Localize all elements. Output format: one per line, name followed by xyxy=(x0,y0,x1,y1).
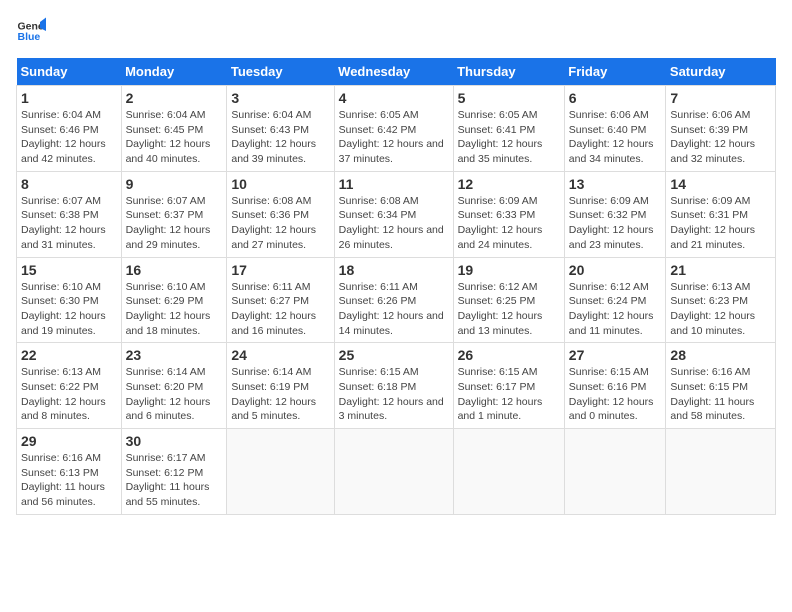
col-wednesday: Wednesday xyxy=(334,58,453,86)
day-cell-6: 6 Sunrise: 6:06 AM Sunset: 6:40 PM Dayli… xyxy=(564,86,666,172)
day-cell-2: 2 Sunrise: 6:04 AM Sunset: 6:45 PM Dayli… xyxy=(121,86,227,172)
day-cell-17: 17 Sunrise: 6:11 AM Sunset: 6:27 PM Dayl… xyxy=(227,257,334,343)
col-saturday: Saturday xyxy=(666,58,776,86)
day-cell-18: 18 Sunrise: 6:11 AM Sunset: 6:26 PM Dayl… xyxy=(334,257,453,343)
day-cell-3: 3 Sunrise: 6:04 AM Sunset: 6:43 PM Dayli… xyxy=(227,86,334,172)
col-tuesday: Tuesday xyxy=(227,58,334,86)
day-cell-15: 15 Sunrise: 6:10 AM Sunset: 6:30 PM Dayl… xyxy=(17,257,122,343)
col-thursday: Thursday xyxy=(453,58,564,86)
empty-cell xyxy=(227,429,334,515)
day-cell-21: 21 Sunrise: 6:13 AM Sunset: 6:23 PM Dayl… xyxy=(666,257,776,343)
day-cell-1: 1 Sunrise: 6:04 AM Sunset: 6:46 PM Dayli… xyxy=(17,86,122,172)
col-sunday: Sunday xyxy=(17,58,122,86)
day-cell-27: 27 Sunrise: 6:15 AM Sunset: 6:16 PM Dayl… xyxy=(564,343,666,429)
logo-icon: General Blue xyxy=(16,16,46,46)
day-cell-22: 22 Sunrise: 6:13 AM Sunset: 6:22 PM Dayl… xyxy=(17,343,122,429)
col-monday: Monday xyxy=(121,58,227,86)
day-cell-13: 13 Sunrise: 6:09 AM Sunset: 6:32 PM Dayl… xyxy=(564,171,666,257)
empty-cell xyxy=(666,429,776,515)
col-friday: Friday xyxy=(564,58,666,86)
day-cell-11: 11 Sunrise: 6:08 AM Sunset: 6:34 PM Dayl… xyxy=(334,171,453,257)
day-cell-8: 8 Sunrise: 6:07 AM Sunset: 6:38 PM Dayli… xyxy=(17,171,122,257)
day-cell-24: 24 Sunrise: 6:14 AM Sunset: 6:19 PM Dayl… xyxy=(227,343,334,429)
svg-text:Blue: Blue xyxy=(18,31,41,43)
week-row: 1 Sunrise: 6:04 AM Sunset: 6:46 PM Dayli… xyxy=(17,86,776,172)
page-header: General Blue xyxy=(16,16,776,46)
empty-cell xyxy=(453,429,564,515)
day-cell-28: 28 Sunrise: 6:16 AM Sunset: 6:15 PM Dayl… xyxy=(666,343,776,429)
day-cell-4: 4 Sunrise: 6:05 AM Sunset: 6:42 PM Dayli… xyxy=(334,86,453,172)
week-row: 22 Sunrise: 6:13 AM Sunset: 6:22 PM Dayl… xyxy=(17,343,776,429)
week-row: 29 Sunrise: 6:16 AM Sunset: 6:13 PM Dayl… xyxy=(17,429,776,515)
day-cell-20: 20 Sunrise: 6:12 AM Sunset: 6:24 PM Dayl… xyxy=(564,257,666,343)
day-cell-16: 16 Sunrise: 6:10 AM Sunset: 6:29 PM Dayl… xyxy=(121,257,227,343)
calendar-table: Sunday Monday Tuesday Wednesday Thursday… xyxy=(16,58,776,515)
week-row: 8 Sunrise: 6:07 AM Sunset: 6:38 PM Dayli… xyxy=(17,171,776,257)
header-row: Sunday Monday Tuesday Wednesday Thursday… xyxy=(17,58,776,86)
week-row: 15 Sunrise: 6:10 AM Sunset: 6:30 PM Dayl… xyxy=(17,257,776,343)
day-cell-12: 12 Sunrise: 6:09 AM Sunset: 6:33 PM Dayl… xyxy=(453,171,564,257)
logo: General Blue xyxy=(16,16,50,46)
day-cell-23: 23 Sunrise: 6:14 AM Sunset: 6:20 PM Dayl… xyxy=(121,343,227,429)
day-cell-10: 10 Sunrise: 6:08 AM Sunset: 6:36 PM Dayl… xyxy=(227,171,334,257)
day-cell-9: 9 Sunrise: 6:07 AM Sunset: 6:37 PM Dayli… xyxy=(121,171,227,257)
day-cell-29: 29 Sunrise: 6:16 AM Sunset: 6:13 PM Dayl… xyxy=(17,429,122,515)
empty-cell xyxy=(564,429,666,515)
day-cell-26: 26 Sunrise: 6:15 AM Sunset: 6:17 PM Dayl… xyxy=(453,343,564,429)
empty-cell xyxy=(334,429,453,515)
day-cell-7: 7 Sunrise: 6:06 AM Sunset: 6:39 PM Dayli… xyxy=(666,86,776,172)
day-cell-14: 14 Sunrise: 6:09 AM Sunset: 6:31 PM Dayl… xyxy=(666,171,776,257)
day-cell-30: 30 Sunrise: 6:17 AM Sunset: 6:12 PM Dayl… xyxy=(121,429,227,515)
day-cell-25: 25 Sunrise: 6:15 AM Sunset: 6:18 PM Dayl… xyxy=(334,343,453,429)
day-cell-19: 19 Sunrise: 6:12 AM Sunset: 6:25 PM Dayl… xyxy=(453,257,564,343)
day-cell-5: 5 Sunrise: 6:05 AM Sunset: 6:41 PM Dayli… xyxy=(453,86,564,172)
